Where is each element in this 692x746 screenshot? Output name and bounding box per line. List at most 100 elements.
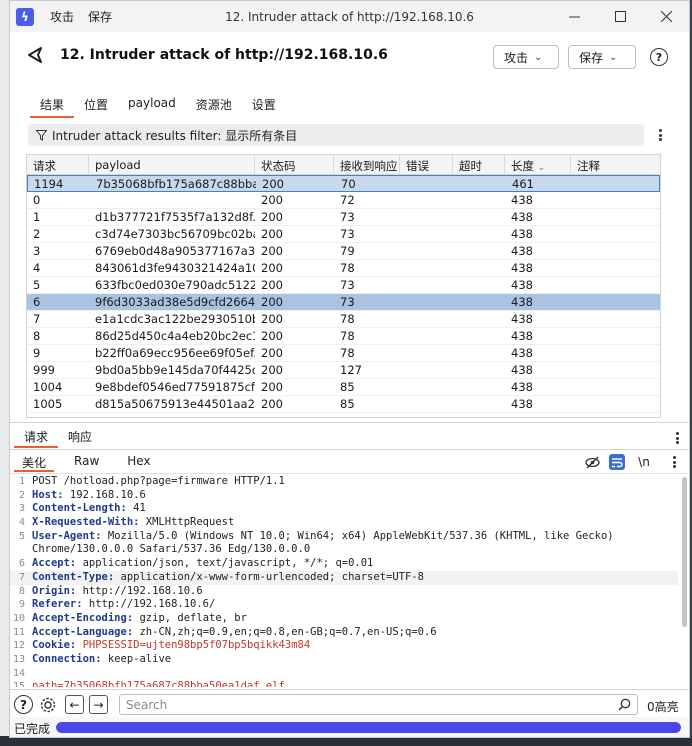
tab-payload[interactable]: payload [118,94,186,118]
close-icon[interactable] [643,1,689,32]
cell-response-received: 79 [340,244,355,258]
column-header-error[interactable]: 错误 [400,155,453,174]
table-row[interactable]: 3 6769eb0d48a905377167a3... 200 79 438 [27,243,660,260]
next-arrow-icon[interactable]: → [89,695,108,714]
column-header-response-received[interactable]: 接收到响应 [334,155,400,174]
table-row[interactable]: 999 9bd0a5bb9e145da70f4425d... 200 127 438 [27,362,660,379]
intruder-target-icon [28,47,42,63]
line-code: Accept-Language: zh-CN,zh;q=0.9,en;q=0.8… [28,626,437,640]
table-row[interactable]: 6 9f6d3033ad38e5d9cfd2664... 200 73 438 [27,294,660,311]
line-code: X-Requested-With: XMLHttpRequest [28,516,234,530]
save-button-label: 保存 [579,50,604,65]
tab-hex[interactable]: Hex [119,452,158,472]
request-editor[interactable]: 1 POST /hotload.php?page=firmware HTTP/1.… [10,475,678,687]
newline-toggle-icon[interactable]: \n [635,454,653,470]
code-line: 12 Cookie: PHPSESSID=ujten98bp5f07bp5bqik… [10,639,678,653]
tab-raw[interactable]: Raw [66,452,107,472]
save-dropdown-button[interactable]: 保存 ⌄ [568,45,636,69]
help-icon[interactable]: ? [14,695,33,714]
attack-button-label: 攻击 [504,50,529,65]
table-row[interactable]: 4 843061d3fe9430321424a10... 200 78 438 [27,260,660,277]
tabs-divider [10,449,689,450]
scrollbar-thumb[interactable] [682,477,687,627]
table-row[interactable]: 7 e1a1cdc3ac122be2930510b... 200 78 438 [27,311,660,328]
tab-positions[interactable]: 位置 [74,94,118,118]
help-icon[interactable]: ? [650,48,668,66]
cell-timeout [453,209,505,225]
cell-length: 438 [511,193,533,207]
maximize-icon[interactable] [597,1,643,32]
line-code: POST /hotload.php?page=firmware HTTP/1.1 [28,475,285,489]
cell-request: 999 [33,363,55,377]
code-line: 5 User-Agent: Mozilla/5.0 (Windows NT 10.… [10,530,678,544]
cell-request: 1194 [34,177,64,191]
editor-scrollbar[interactable] [681,475,689,685]
tab-response[interactable]: 响应 [58,426,102,448]
table-row[interactable]: 1004 9e8bdef0546ed77591875cf... 200 85 438 [27,379,660,396]
table-row[interactable]: 0 200 72 438 [27,192,660,209]
table-row[interactable]: 1 d1b377721f7535f7a132d8f... 200 73 438 [27,209,660,226]
cell-timeout [453,345,505,361]
cell-status: 200 [261,380,283,394]
menu-save[interactable]: 保存 [88,8,112,25]
search-bar: ? ← → Search 0高亮 [10,689,689,717]
wrap-lines-icon[interactable] [609,454,625,470]
menu-attack[interactable]: 攻击 [50,8,74,25]
cell-comment [572,176,657,191]
cell-status: 200 [261,244,283,258]
cell-comment [571,294,656,310]
hide-whitespace-icon[interactable] [584,454,600,470]
column-header-length[interactable]: 长度 ⌄ [505,155,571,174]
cell-payload: 6769eb0d48a905377167a3... [95,244,255,258]
sort-descending-icon: ⌄ [537,163,546,173]
header-key: User-Agent: [32,529,102,542]
cell-length: 438 [511,295,533,309]
editor-options-icon[interactable] [667,454,681,470]
tab-resource-pool[interactable]: 资源池 [186,94,242,118]
header-key: Connection: [32,652,102,665]
cell-error [400,396,453,412]
cell-status: 200 [262,177,284,191]
table-row[interactable]: 5 633fbc0ed030e790adc5122... 200 73 438 [27,277,660,294]
table-row[interactable]: 2 c3d74e7303bc56709bc02ba... 200 73 438 [27,226,660,243]
line-number: 8 [18,585,25,597]
attack-dropdown-button[interactable]: 攻击 ⌄ [493,45,559,69]
column-header-comment[interactable]: 注释 [571,155,656,174]
pane-options-icon[interactable] [670,430,684,446]
gear-icon[interactable] [38,695,57,714]
filter-text: Intruder attack results filter: 显示所有条目 [52,128,298,143]
previous-arrow-icon[interactable]: ← [65,695,84,714]
tab-settings[interactable]: 设置 [242,94,286,118]
cell-timeout [453,260,505,276]
table-row[interactable]: 8 86d25d450c4a4eb20bc2ec1... 200 78 438 [27,328,660,345]
code-line: 14 [10,667,678,681]
code-line: 9 Referer: http://192.168.10.6/ [10,598,678,612]
cell-timeout [453,328,505,344]
minimize-icon[interactable] [551,1,597,32]
tab-request[interactable]: 请求 [14,426,59,448]
header-value: Mozilla/5.0 (Windows NT 10.0; Win64; x64… [101,529,614,542]
table-row[interactable]: 1005 d815a50675913e44501aa27... 200 85 438 [27,396,660,413]
header-value: http://192.168.10.6 [76,584,203,597]
column-header-status[interactable]: 状态码 [255,155,334,174]
progress-fill [56,722,681,733]
line-number: 11 [12,626,25,638]
status-text: 已完成 [14,721,51,736]
more-options-icon[interactable] [653,127,667,143]
pane-divider[interactable] [10,422,689,423]
table-row[interactable]: 1194 7b35068bfb175a687c88bba... 200 70 461 [27,175,660,192]
results-filter-bar[interactable]: Intruder attack results filter: 显示所有条目 [28,124,644,146]
column-header-timeout[interactable]: 超时 [453,155,505,174]
cell-payload [89,192,255,208]
header-key: X-Requested-With: [32,516,140,529]
tab-results[interactable]: 结果 [30,94,75,118]
table-row[interactable]: 9 b22ff0a69ecc956ee69f05ef... 200 78 438 [27,345,660,362]
search-input[interactable]: Search [119,694,638,715]
cell-status: 200 [261,397,283,411]
column-header-request[interactable]: 请求 [27,155,89,174]
cell-error [400,328,453,344]
tab-pretty[interactable]: 美化 [14,452,55,472]
request-response-tabs: 请求 响应 [14,426,102,448]
column-header-payload[interactable]: payload [89,155,255,174]
